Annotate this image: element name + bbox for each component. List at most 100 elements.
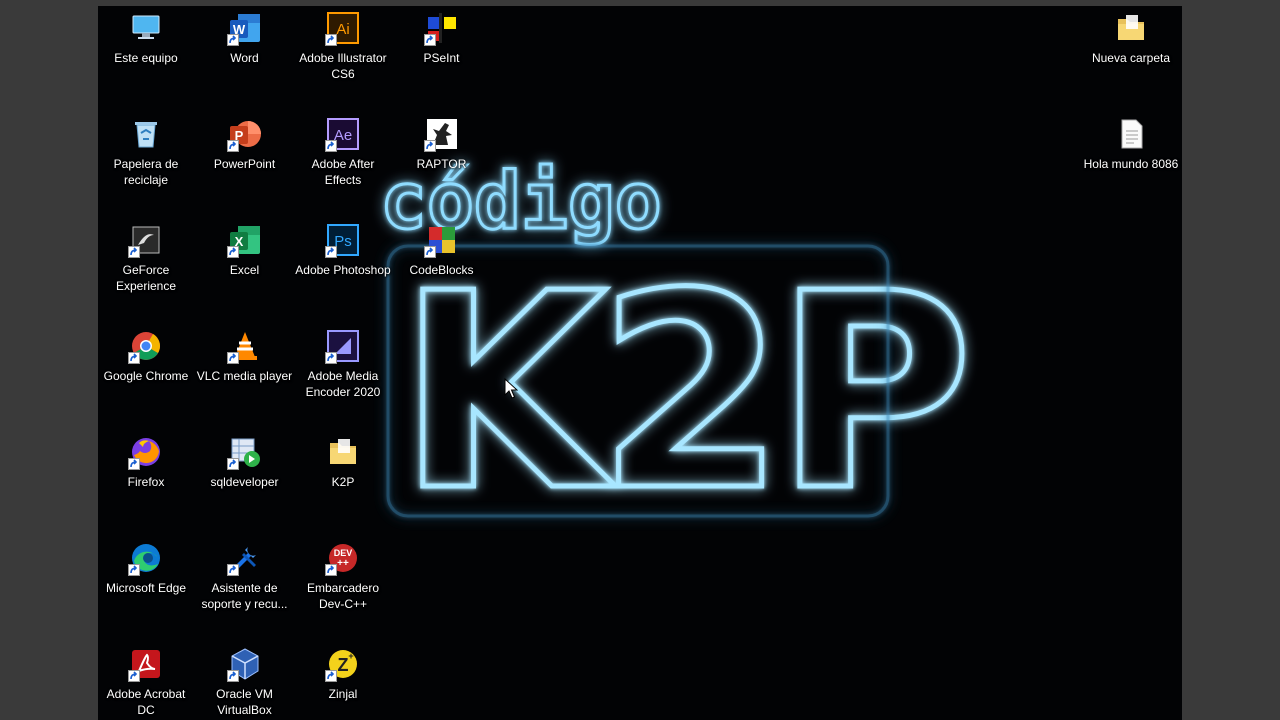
desktop-icon-devcpp[interactable]: DEV ++ Embarcadero Dev-C++ — [295, 540, 391, 612]
desktop-icon-label: RAPTOR — [416, 157, 467, 171]
virtualbox-icon — [226, 646, 263, 682]
shortcut-arrow-icon — [128, 564, 140, 576]
shortcut-arrow-icon — [325, 670, 337, 682]
after-effects-icon: Ae — [325, 116, 361, 152]
chrome-icon — [128, 328, 164, 364]
desktop-icon-k2p[interactable]: K2P — [295, 434, 391, 490]
desktop-icon-label: Papelera de reciclaje — [113, 157, 179, 187]
tools-icon — [226, 540, 263, 576]
desktop-icon-label: Microsoft Edge — [105, 581, 187, 595]
folder-icon — [1113, 10, 1149, 46]
desktop-icon-asistente[interactable]: Asistente de soporte y recu... — [197, 540, 293, 612]
svg-text:++: ++ — [337, 558, 349, 569]
desktop-icon-photoshop[interactable]: Ps Adobe Photoshop — [295, 222, 391, 278]
desktop[interactable]: código K2P Este equipo W Word Ai Adobe Illus… — [98, 6, 1182, 720]
shortcut-arrow-icon — [128, 458, 140, 470]
shortcut-arrow-icon — [325, 246, 337, 258]
excel-icon: X — [226, 222, 263, 258]
svg-text:+: + — [348, 651, 353, 661]
desktop-icon-geforce[interactable]: GeForce Experience — [98, 222, 194, 294]
svg-text:Z: Z — [338, 655, 349, 675]
desktop-icon-virtualbox[interactable]: Oracle VM VirtualBox — [197, 646, 293, 718]
shortcut-arrow-icon — [325, 564, 337, 576]
desktop-icon-label: Nueva carpeta — [1091, 51, 1171, 65]
desktop-icon-pseint[interactable]: PSeInt — [394, 10, 490, 66]
desktop-icon-label: Excel — [229, 263, 260, 277]
desktop-icon-label: PSeInt — [423, 51, 460, 65]
desktop-icon-zinjal[interactable]: Z + Zinjal — [295, 646, 391, 702]
shortcut-arrow-icon — [226, 352, 239, 364]
media-encoder-icon — [325, 328, 361, 364]
desktop-icon-powerpoint[interactable]: P PowerPoint — [197, 116, 293, 172]
computer-icon — [128, 10, 164, 46]
desktop-icon-label: VLC media player — [196, 369, 293, 383]
word-icon: W — [226, 10, 263, 46]
svg-text:Ai: Ai — [336, 21, 349, 38]
desktop-icon-word[interactable]: W Word — [197, 10, 293, 66]
desktop-icon-excel[interactable]: X Excel — [197, 222, 293, 278]
desktop-icon-label: Adobe After Effects — [311, 157, 375, 187]
desktop-icon-after-effects[interactable]: Ae Adobe After Effects — [295, 116, 391, 188]
desktop-icon-label: Word — [230, 51, 259, 65]
desktop-icon-label: GeForce Experience — [115, 263, 177, 293]
shortcut-arrow-icon — [128, 246, 140, 258]
devcpp-icon: DEV ++ — [325, 540, 361, 576]
shortcut-arrow-icon — [325, 352, 337, 364]
shortcut-arrow-icon — [325, 140, 337, 152]
acrobat-icon — [128, 646, 164, 682]
desktop-icon-raptor[interactable]: RAPTOR — [394, 116, 490, 172]
vlc-icon — [226, 328, 263, 364]
svg-text:DEV: DEV — [334, 548, 353, 558]
shortcut-arrow-icon — [226, 34, 239, 46]
desktop-icon-illustrator[interactable]: Ai Adobe Illustrator CS6 — [295, 10, 391, 82]
desktop-icon-label: Adobe Photoshop — [295, 263, 391, 277]
shortcut-arrow-icon — [226, 458, 239, 470]
desktop-icon-media-encoder[interactable]: Adobe Media Encoder 2020 — [295, 328, 391, 400]
shortcut-arrow-icon — [226, 670, 239, 682]
desktop-icon-sqldeveloper[interactable]: sqldeveloper — [197, 434, 293, 490]
geforce-icon — [128, 222, 164, 258]
shortcut-arrow-icon — [226, 564, 239, 576]
desktop-icon-label: Zinjal — [328, 687, 358, 701]
desktop-icon-vlc[interactable]: VLC media player — [197, 328, 293, 384]
zinjal-icon: Z + — [325, 646, 361, 682]
illustrator-icon: Ai — [325, 10, 361, 46]
desktop-icon-hola-mundo[interactable]: Hola mundo 8086 — [1083, 116, 1179, 172]
desktop-icon-label: K2P — [331, 475, 355, 489]
desktop-icon-label: CodeBlocks — [409, 263, 474, 277]
desktop-icon-label: Este equipo — [114, 51, 178, 65]
desktop-icon-chrome[interactable]: Google Chrome — [98, 328, 194, 384]
desktop-icon-papelera[interactable]: Papelera de reciclaje — [98, 116, 194, 188]
pseint-icon — [423, 10, 460, 46]
desktop-icon-label: Adobe Media Encoder 2020 — [305, 369, 381, 399]
desktop-icon-label: PowerPoint — [213, 157, 276, 171]
mouse-cursor — [504, 378, 518, 399]
desktop-icon-label: sqldeveloper — [210, 475, 279, 489]
desktop-icon-este-equipo[interactable]: Este equipo — [98, 10, 194, 66]
shortcut-arrow-icon — [423, 246, 436, 258]
shortcut-arrow-icon — [128, 670, 140, 682]
desktop-icon-nueva-carpeta[interactable]: Nueva carpeta — [1083, 10, 1179, 66]
desktop-icon-label: Oracle VM VirtualBox — [216, 687, 273, 717]
photoshop-icon: Ps — [325, 222, 361, 258]
codeblocks-icon — [423, 222, 460, 258]
desktop-icon-label: Embarcadero Dev-C++ — [306, 581, 380, 611]
firefox-icon — [128, 434, 164, 470]
shortcut-arrow-icon — [226, 140, 239, 152]
desktop-icon-label: Google Chrome — [103, 369, 189, 383]
folder-icon — [325, 434, 361, 470]
desktop-icon-label: Firefox — [127, 475, 165, 489]
desktop-icon-codeblocks[interactable]: CodeBlocks — [394, 222, 490, 278]
wallpaper-line2: K2P — [398, 235, 965, 550]
document-icon — [1113, 116, 1149, 152]
desktop-icon-label: Asistente de soporte y recu... — [201, 581, 288, 611]
desktop-icon-label: Hola mundo 8086 — [1083, 157, 1179, 171]
powerpoint-icon: P — [226, 116, 263, 152]
sqldeveloper-icon — [226, 434, 263, 470]
shortcut-arrow-icon — [325, 34, 337, 46]
desktop-icon-edge[interactable]: Microsoft Edge — [98, 540, 194, 596]
desktop-icon-acrobat[interactable]: Adobe Acrobat DC — [98, 646, 194, 718]
desktop-icon-firefox[interactable]: Firefox — [98, 434, 194, 490]
shortcut-arrow-icon — [423, 140, 436, 152]
raptor-icon — [423, 116, 460, 152]
